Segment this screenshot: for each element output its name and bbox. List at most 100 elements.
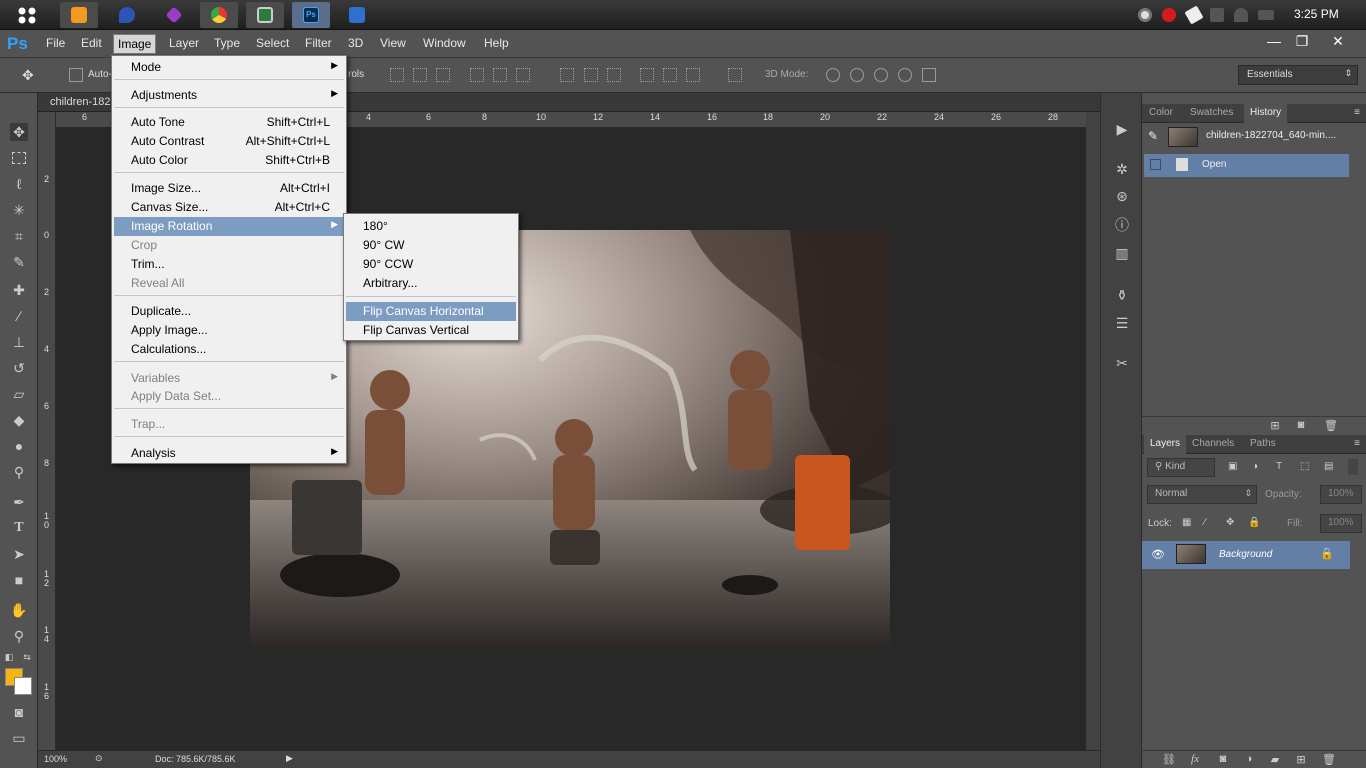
step-checkbox[interactable] <box>1150 159 1161 170</box>
blur-tool-icon[interactable]: ● <box>10 437 28 455</box>
menu-item-image-size[interactable]: Image Size... Alt+Ctrl+I <box>114 179 344 198</box>
menu-item-apply-data-set[interactable]: Apply Data Set... <box>114 387 344 406</box>
menu-layer[interactable]: Layer <box>169 36 199 50</box>
tab-color[interactable]: Color <box>1149 107 1173 118</box>
taskbar-app-chrome[interactable] <box>200 2 238 28</box>
marquee-tool-icon[interactable] <box>10 149 28 167</box>
menu-item-auto-contrast[interactable]: Auto Contrast Alt+Shift+Ctrl+L <box>114 132 344 151</box>
distribute-bottom-icon[interactable] <box>607 68 621 82</box>
eyedropper-tool-icon[interactable]: ✎ <box>10 253 28 271</box>
healing-brush-tool-icon[interactable]: ✚ <box>10 281 28 299</box>
menu-file[interactable]: File <box>46 36 65 50</box>
adjust-sliders-icon[interactable]: ☰ <box>1114 315 1130 331</box>
menu-item-rotate-180[interactable]: 180° <box>346 217 516 236</box>
volume-tray-icon[interactable] <box>1210 8 1224 22</box>
distribute-hcenter-icon[interactable] <box>663 68 677 82</box>
crop-tool-icon[interactable]: ⌗ <box>10 227 28 245</box>
3d-slide-icon[interactable] <box>898 68 912 82</box>
blend-mode-select[interactable]: Normal ⇕ <box>1147 485 1257 504</box>
magic-wand-tool-icon[interactable]: ✳ <box>10 201 28 219</box>
close-button[interactable]: ✕ <box>1327 33 1349 50</box>
menu-view[interactable]: View <box>380 36 406 50</box>
eraser-tool-icon[interactable]: ▱ <box>10 385 28 403</box>
info-icon[interactable]: ⓘ <box>1114 217 1130 233</box>
layer-row-background[interactable]: 👁 Background 🔒 <box>1142 541 1350 569</box>
taskbar-app-sketch[interactable] <box>60 2 98 28</box>
align-top-icon[interactable] <box>390 68 404 82</box>
tab-channels[interactable]: Channels <box>1192 438 1234 449</box>
menu-item-arbitrary[interactable]: Arbitrary... <box>346 274 516 293</box>
3d-scale-icon[interactable] <box>922 68 936 82</box>
panel-menu-icon[interactable]: ≡ <box>1354 107 1360 118</box>
record-tray-icon[interactable] <box>1138 8 1152 22</box>
3d-pan-icon[interactable] <box>874 68 888 82</box>
battery-tray-icon[interactable] <box>1258 10 1274 20</box>
3d-roll-icon[interactable] <box>850 68 864 82</box>
filter-type-icon[interactable]: T <box>1276 461 1282 472</box>
clone-source-icon[interactable]: ⊛ <box>1114 188 1130 204</box>
filter-pixel-icon[interactable]: ▣ <box>1228 461 1237 472</box>
menu-filter[interactable]: Filter <box>305 36 332 50</box>
menu-item-auto-color[interactable]: Auto Color Shift+Ctrl+B <box>114 151 344 170</box>
restore-button[interactable]: ❐ <box>1291 33 1313 50</box>
distribute-top-icon[interactable] <box>560 68 574 82</box>
tab-swatches[interactable]: Swatches <box>1190 107 1233 118</box>
swap-colors-icon[interactable]: ⇆ <box>22 648 32 666</box>
menu-item-canvas-size[interactable]: Canvas Size... Alt+Ctrl+C <box>114 198 344 217</box>
taskbar-app-blue[interactable] <box>108 2 146 28</box>
menu-3d[interactable]: 3D <box>348 36 363 50</box>
zoom-tool-icon[interactable]: ⚲ <box>10 627 28 645</box>
taskbar-app-photoshop[interactable]: Ps <box>292 2 330 28</box>
brush-tool-icon[interactable]: ∕ <box>10 307 28 325</box>
menu-item-auto-tone[interactable]: Auto Tone Shift+Ctrl+L <box>114 113 344 132</box>
wifi-tray-icon[interactable] <box>1234 8 1248 22</box>
menu-item-adjustments[interactable]: Adjustments ▶ <box>114 86 344 105</box>
acrobat-tray-icon[interactable] <box>1162 8 1176 22</box>
dodge-tool-icon[interactable]: ⚲ <box>10 463 28 481</box>
taskbar-app-store[interactable] <box>338 2 376 28</box>
menu-item-mode[interactable]: Mode ▶ <box>114 58 344 77</box>
eye-visibility-icon[interactable]: 👁 <box>1151 548 1165 561</box>
start-button[interactable] <box>8 2 46 28</box>
distribute-vcenter-icon[interactable] <box>584 68 598 82</box>
add-mask-icon[interactable]: ◙ <box>1216 753 1230 767</box>
lock-position-icon[interactable]: ✥ <box>1226 517 1234 528</box>
menu-help[interactable]: Help <box>484 36 509 50</box>
move-tool-preset-icon[interactable]: ✥ <box>22 67 34 84</box>
fill-field[interactable]: 100% <box>1320 514 1362 533</box>
brush-presets-icon[interactable]: ⚱ <box>1114 287 1130 303</box>
menu-item-rotate-90-ccw[interactable]: 90° CCW <box>346 255 516 274</box>
tool-presets-icon[interactable]: ✂ <box>1114 355 1130 371</box>
menu-item-flip-canvas-vertical[interactable]: Flip Canvas Vertical <box>346 321 516 340</box>
minimize-button[interactable]: — <box>1263 33 1285 49</box>
tab-history[interactable]: History <box>1244 104 1288 123</box>
menu-item-trim[interactable]: Trim... <box>114 255 344 274</box>
zoom-level[interactable]: 100% <box>44 754 67 764</box>
align-bottom-icon[interactable] <box>436 68 450 82</box>
taskbar-app-monitor[interactable] <box>246 2 284 28</box>
filter-toggle[interactable] <box>1348 459 1358 475</box>
lasso-tool-icon[interactable]: ℓ <box>10 175 28 193</box>
menu-select[interactable]: Select <box>256 36 289 50</box>
workspace-select[interactable]: Essentials ⇕ <box>1238 65 1358 85</box>
opacity-field[interactable]: 100% <box>1320 485 1362 504</box>
fx-icon[interactable]: fx <box>1188 753 1202 767</box>
hand-tool-icon[interactable]: ✋ <box>10 601 28 619</box>
new-layer-icon[interactable]: ⊞ <box>1294 753 1308 767</box>
move-tool-icon[interactable]: ✥ <box>10 123 28 141</box>
menu-item-flip-canvas-horizontal[interactable]: Flip Canvas Horizontal <box>346 302 516 321</box>
lock-transparent-icon[interactable]: ▦ <box>1182 517 1191 528</box>
link-layers-icon[interactable]: ⛓ <box>1162 753 1176 767</box>
brush-settings-icon[interactable]: ✲ <box>1114 161 1130 177</box>
lock-all-icon[interactable]: 🔒 <box>1248 517 1260 528</box>
new-group-icon[interactable]: ▰ <box>1268 753 1282 767</box>
menu-item-analysis[interactable]: Analysis ▶ <box>114 444 344 463</box>
menu-item-reveal-all[interactable]: Reveal All <box>114 274 344 293</box>
play-action-icon[interactable]: ▶ <box>1114 121 1130 137</box>
menu-item-trap[interactable]: Trap... <box>114 415 344 434</box>
filter-smart-object-icon[interactable]: ▤ <box>1324 461 1333 472</box>
distribute-right-icon[interactable] <box>686 68 700 82</box>
filter-shape-icon[interactable]: ⬚ <box>1300 461 1309 472</box>
3d-rotate-icon[interactable] <box>826 68 840 82</box>
document-tab[interactable]: children-182 <box>50 96 111 108</box>
